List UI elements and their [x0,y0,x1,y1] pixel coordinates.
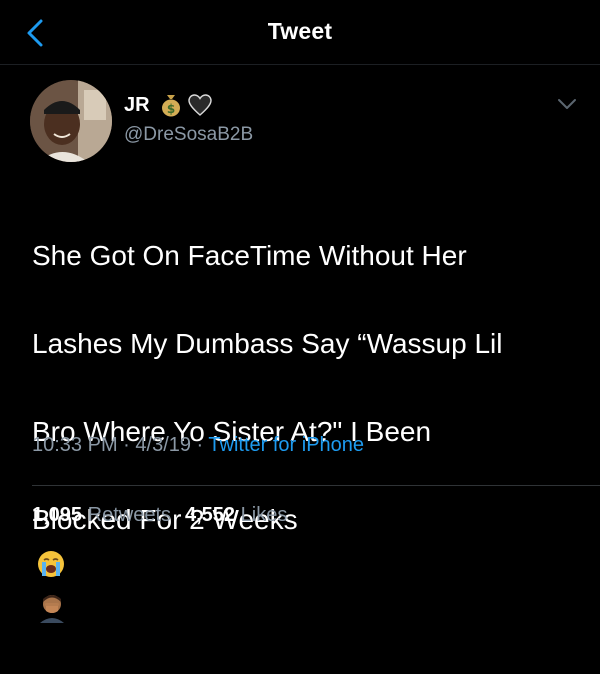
tweet-line: Lashes My Dumbass Say “Wassup Lil [32,328,503,359]
tweet-body: She Got On FaceTime Without Her Lashes M… [32,190,572,674]
chevron-down-icon[interactable] [556,96,578,112]
retweets-label: Retweets [87,504,171,526]
tweet-line: She Got On FaceTime Without Her [32,240,467,271]
money-bag-icon: $ [161,95,180,117]
page-title: Tweet [267,18,333,44]
tweet-stats: 1,095 Retweets 4,552 Likes [32,504,287,527]
user-handle[interactable]: @DreSosaB2B [124,124,253,146]
tweet-meta: 10:33 PM · 4/3/19 · Twitter for iPhone [32,434,364,457]
avatar[interactable] [30,80,112,162]
tweet-date[interactable]: 4/3/19 [135,434,191,456]
divider [32,485,600,486]
retweets-stat[interactable]: 1,095 Retweets [32,504,171,526]
man-facepalming-icon [40,595,64,623]
loudly-crying-face-icon [38,551,64,577]
likes-count: 4,552 [185,504,236,526]
meta-separator: · [191,434,209,456]
tweet-time[interactable]: 10:33 PM [32,434,118,456]
display-name[interactable]: JR [124,94,150,117]
tweet-source-link[interactable]: Twitter for iPhone [208,434,364,456]
black-heart-icon [187,94,212,116]
avatar-image [30,80,112,162]
likes-label: Likes [240,504,288,526]
top-bar: Tweet [0,0,600,65]
retweets-count: 1,095 [32,504,83,526]
likes-stat[interactable]: 4,552 Likes [185,504,287,526]
user-info[interactable]: JR $ @DreSosaB2B [124,92,253,146]
meta-separator: · [117,434,136,456]
svg-text:$: $ [166,102,174,116]
